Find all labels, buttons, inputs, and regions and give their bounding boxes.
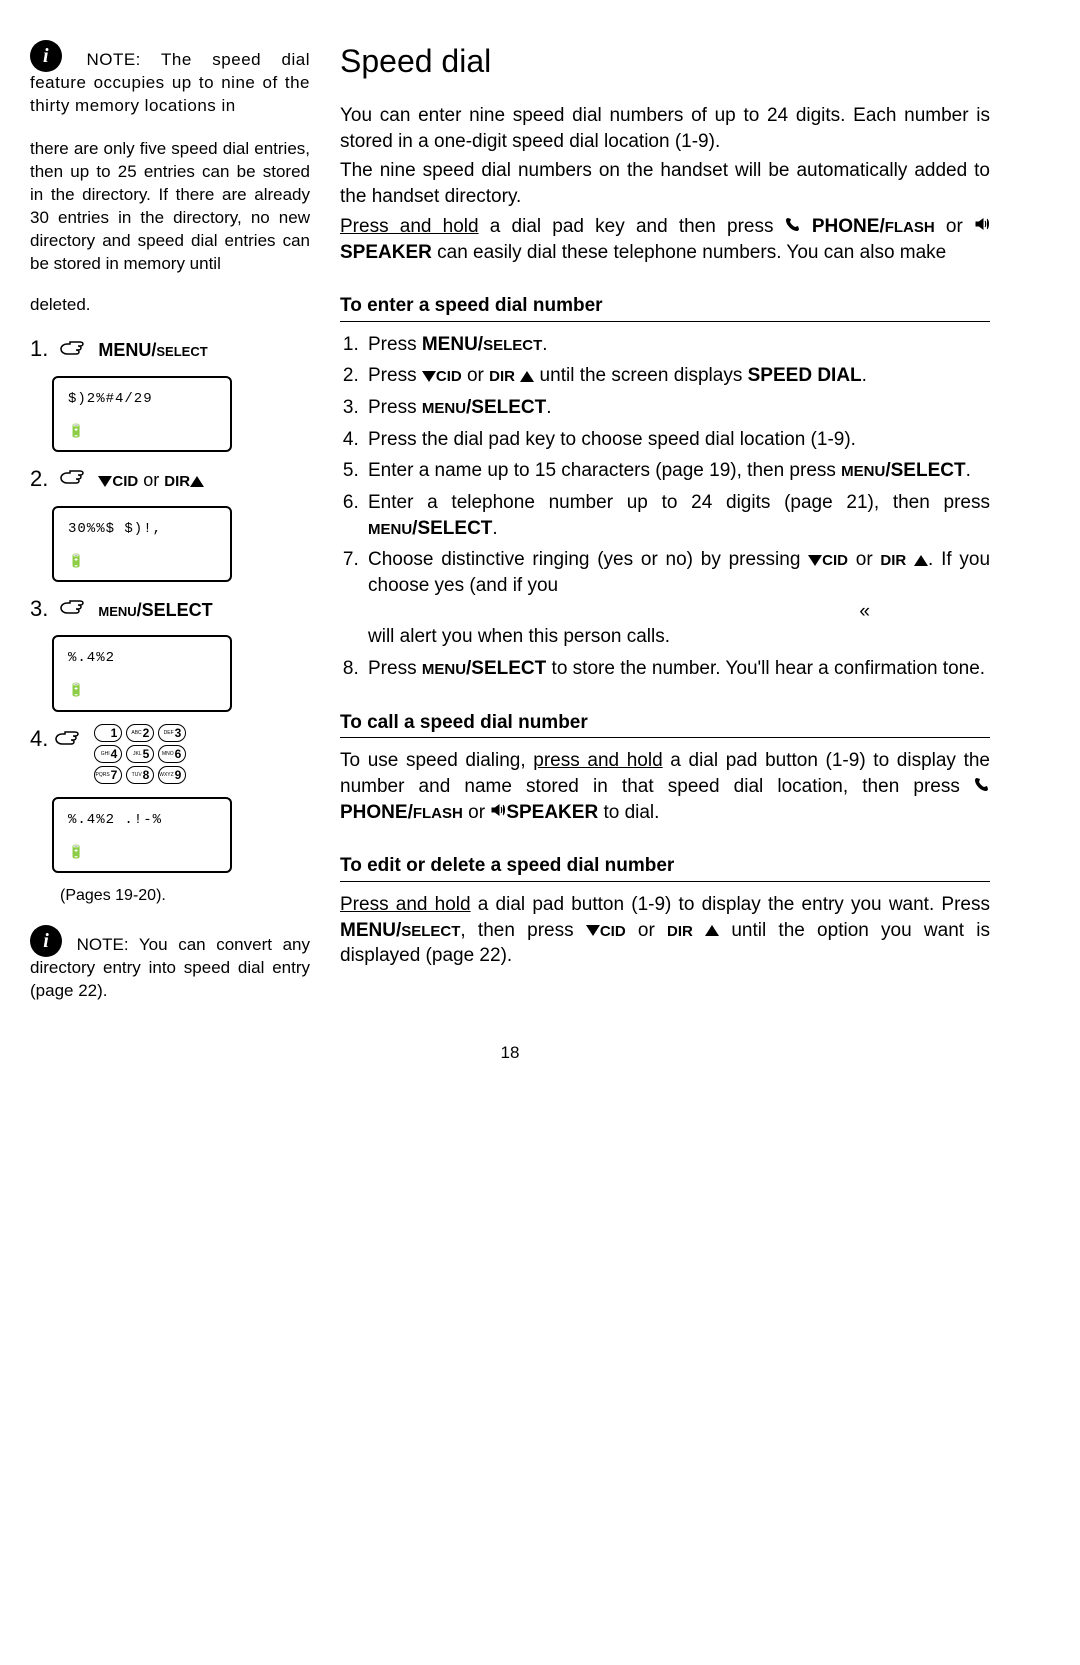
- info-icon: i: [30, 40, 62, 72]
- page-title: Speed dial: [340, 40, 990, 83]
- sidebar: i NOTE: The speed dial feature occupies …: [30, 40, 310, 1003]
- main-content: Speed dial You can enter nine speed dial…: [340, 40, 990, 1003]
- step-2: Press CID or DIR until the screen displa…: [364, 363, 990, 389]
- or-text: or: [143, 470, 159, 490]
- dialpad-icon: 1ABC2DEF3 GHI4JKL5MNO6 PQRS7TUV8WXYZ9: [94, 724, 186, 787]
- sidebar-step-1: 1. MENU/SELECT: [30, 334, 310, 365]
- lcd-screen-1: $)2%#4/29 🔋: [52, 376, 232, 452]
- speaker-icon: [490, 800, 506, 826]
- menu-label: MENU: [98, 604, 136, 619]
- sidebar-step-4: 4. 1ABC2DEF3 GHI4JKL5MNO6 PQRS7TUV8WXYZ9: [30, 724, 310, 787]
- sidebar-step-3: 3. MENU/SELECT: [30, 594, 310, 625]
- or-text: or: [935, 216, 974, 237]
- up-arrow-icon: [914, 555, 928, 566]
- flash-label: FLASH: [885, 219, 935, 236]
- down-arrow-icon: [808, 555, 822, 566]
- lcd-screen-2: 30%%$ $)!, 🔋: [52, 506, 232, 582]
- page-number: 18: [30, 1043, 990, 1063]
- quote-mark: «: [368, 599, 990, 625]
- select-label: SELECT: [156, 344, 207, 359]
- hand-point-icon: [59, 597, 93, 625]
- up-arrow-icon: [520, 371, 534, 382]
- screen-text: %.4%2 .!-%: [68, 811, 216, 830]
- note-1a-text: The speed dial feature occupies up to ni…: [30, 50, 310, 115]
- up-arrow-icon: [705, 925, 719, 936]
- speaker-label: SPEAKER: [340, 242, 432, 263]
- step-4: Press the dial pad key to choose speed d…: [364, 427, 990, 453]
- lcd-screen-3: %.4%2 🔋: [52, 635, 232, 711]
- p3-c: can easily dial these telephone numbers.…: [432, 242, 946, 263]
- edit-paragraph: Press and hold a dial pad button (1-9) t…: [340, 892, 990, 969]
- intro-p1: You can enter nine speed dial numbers of…: [340, 103, 990, 154]
- battery-icon: 🔋: [68, 423, 216, 441]
- battery-icon: 🔋: [68, 844, 216, 862]
- info-icon: i: [30, 925, 62, 957]
- menu-label: MENU/: [98, 340, 156, 360]
- note-prefix: NOTE:: [86, 50, 140, 69]
- sidebar-step-2: 2. CID or DIR: [30, 464, 310, 495]
- down-arrow-icon: [98, 476, 112, 487]
- step-number: 3.: [30, 596, 48, 621]
- battery-icon: 🔋: [68, 682, 216, 700]
- screen-text: %.4%2: [68, 649, 216, 668]
- note-1b: there are only five speed dial entries, …: [30, 138, 310, 276]
- battery-icon: 🔋: [68, 553, 216, 571]
- enter-steps: Press MENU/SELECT. Press CID or DIR unti…: [340, 332, 990, 682]
- lcd-screen-4: %.4%2 .!-% 🔋: [52, 797, 232, 873]
- intro-p3: Press and hold a dial pad key and then p…: [340, 214, 990, 265]
- step-8: Press MENU/SELECT to store the number. Y…: [364, 656, 990, 682]
- screen-text: 30%%$ $)!,: [68, 520, 216, 539]
- section-heading-edit: To edit or delete a speed dial number: [340, 853, 990, 882]
- up-arrow-icon: [190, 476, 204, 487]
- hand-point-icon: [59, 467, 93, 495]
- call-paragraph: To use speed dialing, press and hold a d…: [340, 748, 990, 825]
- note-2: i NOTE: You can convert any directory en…: [30, 925, 310, 1003]
- phone-label: PHONE/: [812, 216, 885, 237]
- phone-icon: [974, 774, 990, 800]
- press-hold: Press and hold: [340, 216, 479, 237]
- speaker-icon: [974, 214, 990, 240]
- dir-label: DIR: [164, 473, 190, 490]
- step-number: 2.: [30, 466, 48, 491]
- note-1c: deleted.: [30, 294, 310, 317]
- note-2-text: You can convert any directory entry into…: [30, 935, 310, 1000]
- page-container: i NOTE: The speed dial feature occupies …: [30, 40, 990, 1003]
- step-3: Press MENU/SELECT.: [364, 395, 990, 421]
- hand-point-icon: [59, 338, 93, 366]
- step-6: Enter a telephone number up to 24 digits…: [364, 490, 990, 541]
- hand-point-icon: [54, 728, 88, 756]
- phone-icon: [785, 214, 801, 240]
- p3-b: a dial pad key and then press: [479, 216, 785, 237]
- section-heading-call: To call a speed dial number: [340, 710, 990, 739]
- step-7: Choose distinctive ringing (yes or no) b…: [364, 547, 990, 650]
- step-5: Enter a name up to 15 characters (page 1…: [364, 458, 990, 484]
- intro-p2: The nine speed dial numbers on the hands…: [340, 158, 990, 209]
- note-prefix: NOTE:: [77, 935, 129, 954]
- screen-text: $)2%#4/29: [68, 390, 216, 409]
- note-1a: i NOTE: The speed dial feature occupies …: [30, 40, 310, 118]
- cid-label: CID: [112, 473, 138, 490]
- section-heading-enter: To enter a speed dial number: [340, 293, 990, 322]
- step-number: 4.: [30, 724, 48, 754]
- select-label: /SELECT: [137, 600, 213, 620]
- down-arrow-icon: [422, 371, 436, 382]
- step-number: 1.: [30, 336, 48, 361]
- page-reference: (Pages 19-20).: [60, 885, 310, 907]
- step-1: Press MENU/SELECT.: [364, 332, 990, 358]
- down-arrow-icon: [586, 925, 600, 936]
